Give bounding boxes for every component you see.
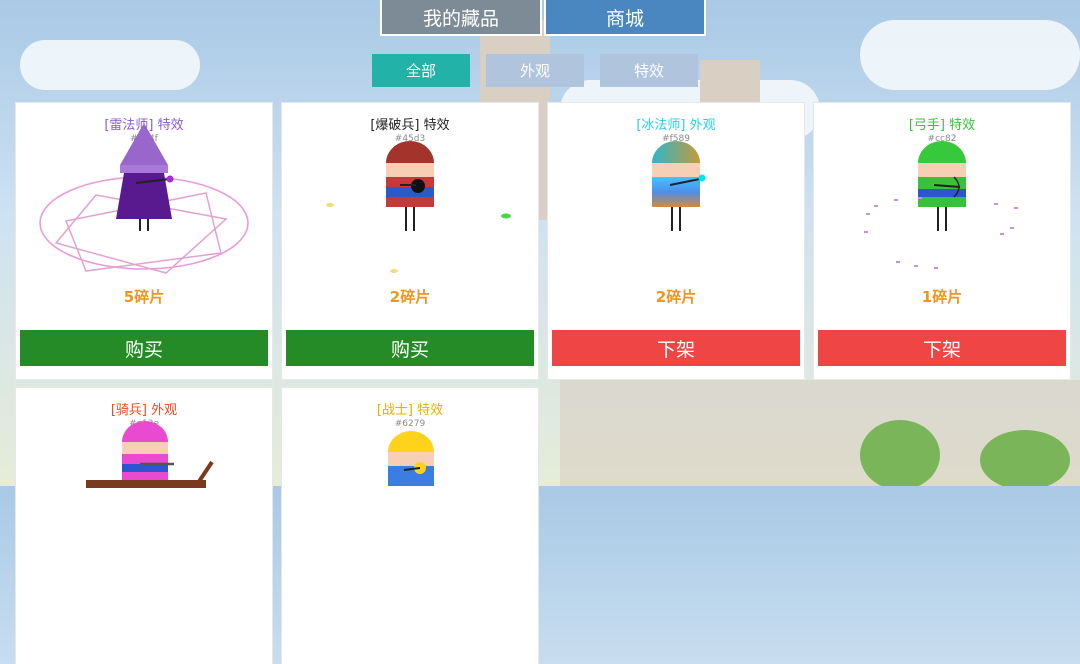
filter-skin[interactable]: 外观 <box>486 54 584 87</box>
delist-button[interactable]: 下架 <box>552 330 800 366</box>
filter-all[interactable]: 全部 <box>372 54 470 87</box>
main-tab-bar: 我的藏品 商城 <box>380 0 706 36</box>
item-card: [弓手] 特效 #cc82 1碎片 下架 <box>814 103 1070 379</box>
item-card: [爆破兵] 特效 #45d3 2碎片 购买 <box>282 103 538 379</box>
price-label: 2碎片 <box>389 288 431 306</box>
tab-my-collection[interactable]: 我的藏品 <box>380 0 542 36</box>
delist-button[interactable]: 下架 <box>818 330 1066 366</box>
cavalry-figure <box>86 421 214 488</box>
price-label: 2碎片 <box>655 288 697 306</box>
buy-button[interactable]: 购买 <box>20 330 268 366</box>
filter-effect[interactable]: 特效 <box>600 54 698 87</box>
price-label: 1碎片 <box>921 288 963 306</box>
mage-figure <box>39 123 249 274</box>
item-card: [雷法师] 特效 #e44f 5碎片 购买 <box>16 103 272 379</box>
bomber-figure <box>326 141 511 273</box>
archer-figure <box>864 141 1018 269</box>
warrior-figure <box>388 431 434 486</box>
filter-tab-bar: 全部 外观 特效 <box>372 54 698 87</box>
tab-shop[interactable]: 商城 <box>544 0 706 36</box>
ice-mage-figure <box>652 141 706 231</box>
buy-button[interactable]: 购买 <box>286 330 534 366</box>
item-card: [骑兵] 外观 #e13e <box>16 388 272 664</box>
price-label: 5碎片 <box>123 288 165 306</box>
item-card: [冰法师] 外观 #f589 2碎片 下架 <box>548 103 804 379</box>
item-card: [战士] 特效 #6279 <box>282 388 538 664</box>
